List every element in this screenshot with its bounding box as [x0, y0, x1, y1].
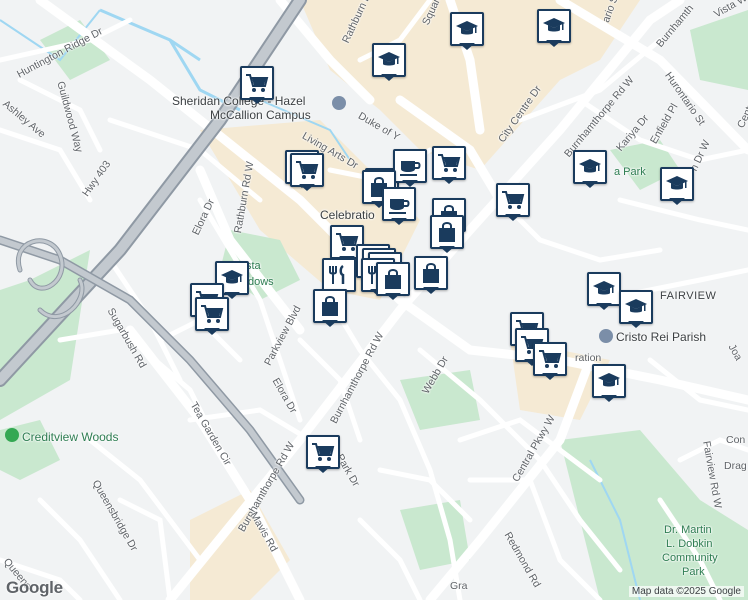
grocery-marker[interactable]	[195, 297, 229, 335]
label-drag: Drag	[724, 460, 747, 472]
graduation-cap-icon	[665, 173, 689, 195]
grocery-marker[interactable]	[432, 146, 466, 184]
shopping-bag-icon	[435, 221, 459, 243]
label-cristo-rei: Cristo Rei Parish	[616, 330, 707, 344]
shopping-cart-icon	[311, 441, 335, 463]
label-sheridan: Sheridan College - Hazel	[172, 94, 306, 108]
cafe-marker[interactable]	[382, 187, 416, 225]
school-marker[interactable]	[573, 150, 607, 188]
label-fairview: FAIRVIEW	[660, 290, 717, 302]
graduation-cap-icon	[592, 278, 616, 300]
coffee-cup-icon	[387, 193, 411, 215]
label-creditview: Creditview Woods	[22, 430, 119, 444]
label-dobkin-4: Park	[682, 566, 705, 578]
shopping-cart-icon	[295, 159, 319, 181]
label-park-top: a Park	[614, 166, 646, 178]
map-canvas[interactable]: Hwy 403 Huntington Ridge Dr Guildwood Wa…	[0, 0, 748, 600]
school-marker[interactable]	[537, 9, 571, 47]
school-marker[interactable]	[587, 272, 621, 310]
label-con: Con	[726, 434, 746, 446]
fork-knife-icon	[327, 264, 351, 286]
shopping-cart-icon	[538, 348, 562, 370]
school-marker[interactable]	[372, 43, 406, 81]
label-dobkin-2: L. Dobkin	[666, 538, 713, 550]
grocery-marker[interactable]	[240, 66, 274, 104]
graduation-cap-icon	[578, 156, 602, 178]
shopping-bag-icon	[381, 268, 405, 290]
label-dobkin-1: Dr. Martin	[664, 524, 712, 536]
shopping-marker[interactable]	[313, 289, 347, 327]
school-marker[interactable]	[619, 290, 653, 328]
graduation-cap-icon	[624, 296, 648, 318]
label-sheridan-2: McCallion Campus	[210, 108, 311, 122]
shopping-marker[interactable]	[376, 262, 410, 300]
school-marker[interactable]	[450, 12, 484, 50]
label-dows: dows	[248, 276, 274, 288]
cafe-marker[interactable]	[393, 149, 427, 187]
label-celebration: Celebratio	[320, 208, 375, 222]
shopping-bag-icon	[419, 262, 443, 284]
label-ration: ration	[575, 352, 602, 364]
map-attribution[interactable]: Map data ©2025 Google	[628, 586, 744, 597]
grocery-marker[interactable]	[290, 153, 324, 191]
label-gra: Gra	[450, 580, 468, 592]
graduation-cap-icon	[542, 15, 566, 37]
grocery-marker[interactable]	[533, 342, 567, 380]
label-dobkin-3: Community	[662, 552, 718, 564]
shopping-cart-icon	[501, 189, 525, 211]
coffee-cup-icon	[398, 155, 422, 177]
shopping-cart-icon	[200, 303, 224, 325]
shopping-bag-icon	[318, 295, 342, 317]
graduation-cap-icon	[455, 18, 479, 40]
shopping-marker[interactable]	[414, 256, 448, 294]
graduation-cap-icon	[597, 370, 621, 392]
graduation-cap-icon	[377, 49, 401, 71]
grocery-marker[interactable]	[496, 183, 530, 221]
school-marker[interactable]	[660, 167, 694, 205]
school-marker[interactable]	[592, 364, 626, 402]
google-logo: Google	[6, 578, 63, 597]
grocery-marker[interactable]	[306, 435, 340, 473]
shopping-marker[interactable]	[430, 215, 464, 253]
shopping-cart-icon	[245, 72, 269, 94]
shopping-cart-icon	[437, 152, 461, 174]
